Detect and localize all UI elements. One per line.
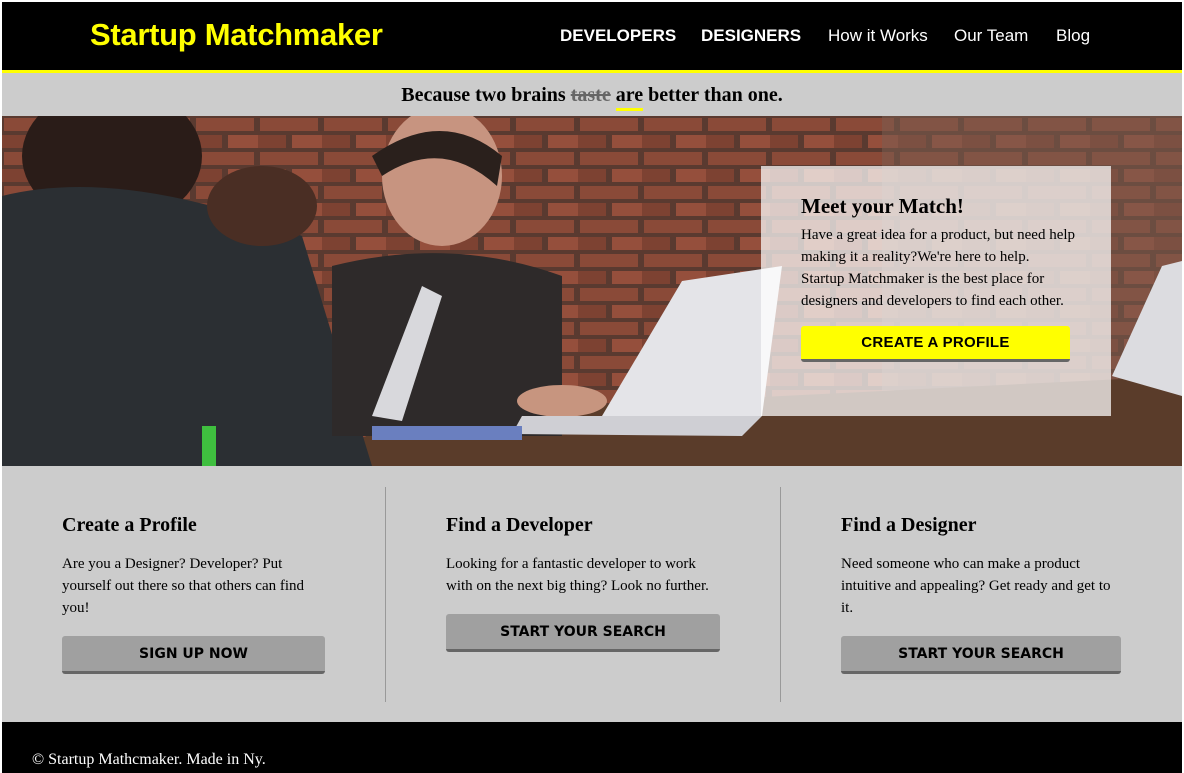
feature-divider: [780, 487, 781, 702]
feature-title: Find a Developer: [446, 514, 593, 536]
feature-text: Need someone who can make a product intu…: [841, 556, 1111, 616]
features-section: Create a Profile Are you a Designer? Dev…: [2, 466, 1182, 722]
card-description: Have a great idea for a product, but nee…: [801, 227, 1076, 309]
tagline-highlight-word: are: [615, 73, 644, 118]
tagline: Because two brains taste are better than…: [2, 73, 1182, 116]
search-designers-button[interactable]: START YOUR SEARCH: [841, 636, 1121, 674]
feature-text: Looking for a fantastic developer to wor…: [446, 556, 709, 594]
meet-your-match-card: Meet your Match! Have a great idea for a…: [761, 166, 1111, 416]
create-profile-button[interactable]: CREATE A PROFILE: [801, 326, 1070, 362]
feature-find-developer: Find a Developer Looking for a fantastic…: [446, 466, 736, 722]
footer-copyright: © Startup Mathcmaker. Made in Ny.: [32, 751, 266, 768]
hero-section: Meet your Match! Have a great idea for a…: [2, 116, 1182, 466]
feature-create-profile: Create a Profile Are you a Designer? Dev…: [62, 466, 332, 722]
feature-title: Create a Profile: [62, 514, 197, 536]
tagline-start: Because two brains: [401, 84, 571, 106]
feature-find-designer: Find a Designer Need someone who can mak…: [841, 466, 1131, 722]
tagline-end: better than one.: [643, 84, 783, 106]
nav-developers[interactable]: DEVELOPERS: [560, 26, 676, 46]
nav-designers[interactable]: DESIGNERS: [701, 26, 801, 46]
card-title: Meet your Match!: [801, 194, 964, 218]
nav-how-it-works[interactable]: How it Works: [828, 26, 928, 46]
search-developers-button[interactable]: START YOUR SEARCH: [446, 614, 720, 652]
tagline-struck-word: taste: [570, 84, 611, 106]
feature-title: Find a Designer: [841, 514, 977, 536]
sign-up-button[interactable]: SIGN UP NOW: [62, 636, 325, 674]
nav-our-team[interactable]: Our Team: [954, 26, 1028, 46]
site-footer: © Startup Mathcmaker. Made in Ny.: [2, 722, 1182, 773]
page: Startup Matchmaker DEVELOPERS DESIGNERS …: [2, 2, 1182, 773]
site-logo[interactable]: Startup Matchmaker: [90, 17, 383, 53]
feature-text: Are you a Designer? Developer? Put yours…: [62, 556, 305, 616]
nav-blog[interactable]: Blog: [1056, 26, 1090, 46]
feature-divider: [385, 487, 386, 702]
site-header: Startup Matchmaker DEVELOPERS DESIGNERS …: [2, 2, 1182, 73]
